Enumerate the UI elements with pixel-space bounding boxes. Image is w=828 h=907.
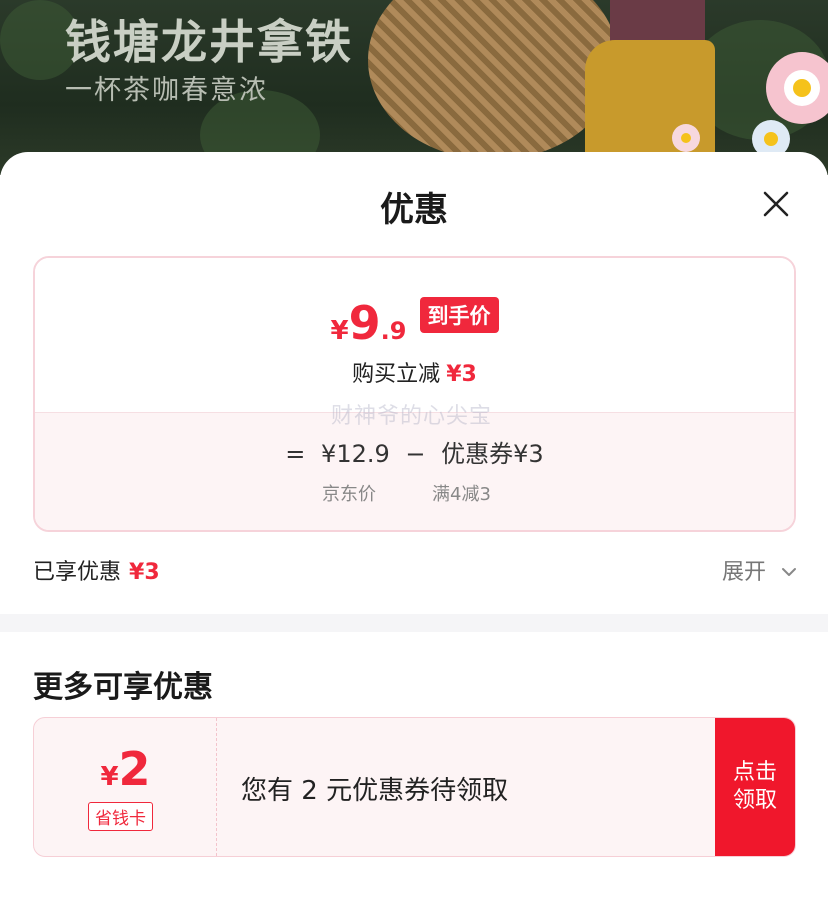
coupon-amount-value: 2 [118, 742, 151, 796]
coupon-value-section: ¥2 省钱卡 [34, 718, 217, 856]
straw-hat-image [368, 0, 618, 160]
watermark: 财神爷的心尖宝 [331, 404, 493, 429]
product-banner: 钱塘龙井拿铁 一杯茶咖春意浓 [0, 0, 828, 175]
enjoyed-discount-amount: ¥3 [129, 560, 160, 585]
chevron-down-icon [781, 558, 797, 583]
final-price: ¥9.9 到手价 [35, 296, 794, 350]
price-decimal: .9 [380, 317, 407, 345]
sheet-title: 优惠 [380, 190, 448, 230]
coupon-value: ¥2 [34, 742, 217, 796]
coupon-currency: ¥ [100, 762, 119, 792]
instant-discount: 购买立减 ¥3 [35, 356, 794, 388]
close-button[interactable] [758, 186, 794, 222]
price-breakdown-card: ¥9.9 到手价 购买立减 ¥3 财神爷的心尖宝 = ¥12.9 − 优惠券¥3 … [33, 256, 796, 532]
coupon-description: 您有 2 元优惠券待领取 [241, 776, 509, 806]
expand-button[interactable]: 展开 [722, 554, 797, 586]
enjoyed-discount: 已享优惠 ¥3 [33, 554, 160, 586]
banner-title: 钱塘龙井拿铁 [65, 15, 353, 69]
coupon-type-badge: 省钱卡 [88, 802, 153, 831]
discount-sheet: 优惠 ¥9.9 到手价 购买立减 ¥3 财神爷的心尖宝 = ¥12.9 − 优惠券… [0, 152, 828, 907]
base-price-label: 京东价 [322, 484, 376, 505]
flower-decoration [672, 124, 700, 152]
close-icon [763, 191, 789, 217]
claim-coupon-label: 点击领取 [732, 760, 777, 813]
base-price: ¥12.9 [321, 440, 390, 468]
enjoyed-discount-label: 已享优惠 [33, 560, 122, 585]
coupon-amount: 优惠券¥3 [441, 440, 544, 468]
price-integer: 9 [348, 296, 381, 350]
coupon-condition: 满4减3 [432, 484, 491, 505]
instant-discount-label: 购买立减 [352, 362, 441, 387]
flower-decoration [766, 52, 828, 124]
final-price-badge: 到手价 [419, 297, 499, 333]
banner-subtitle: 一杯茶咖春意浓 [65, 75, 268, 106]
coupon-card: ¥2 省钱卡 您有 2 元优惠券待领取 点击领取 [33, 717, 796, 857]
more-discounts-title: 更多可享优惠 [33, 670, 213, 705]
claim-coupon-button[interactable]: 点击领取 [715, 718, 795, 856]
section-divider [0, 614, 828, 632]
price-currency: ¥ [330, 316, 349, 346]
instant-discount-amount: ¥3 [446, 362, 477, 387]
equals-sign: = [285, 440, 306, 468]
price-formula: = ¥12.9 − 优惠券¥3 [35, 434, 794, 469]
minus-sign: − [405, 440, 426, 468]
expand-label: 展开 [722, 560, 767, 585]
